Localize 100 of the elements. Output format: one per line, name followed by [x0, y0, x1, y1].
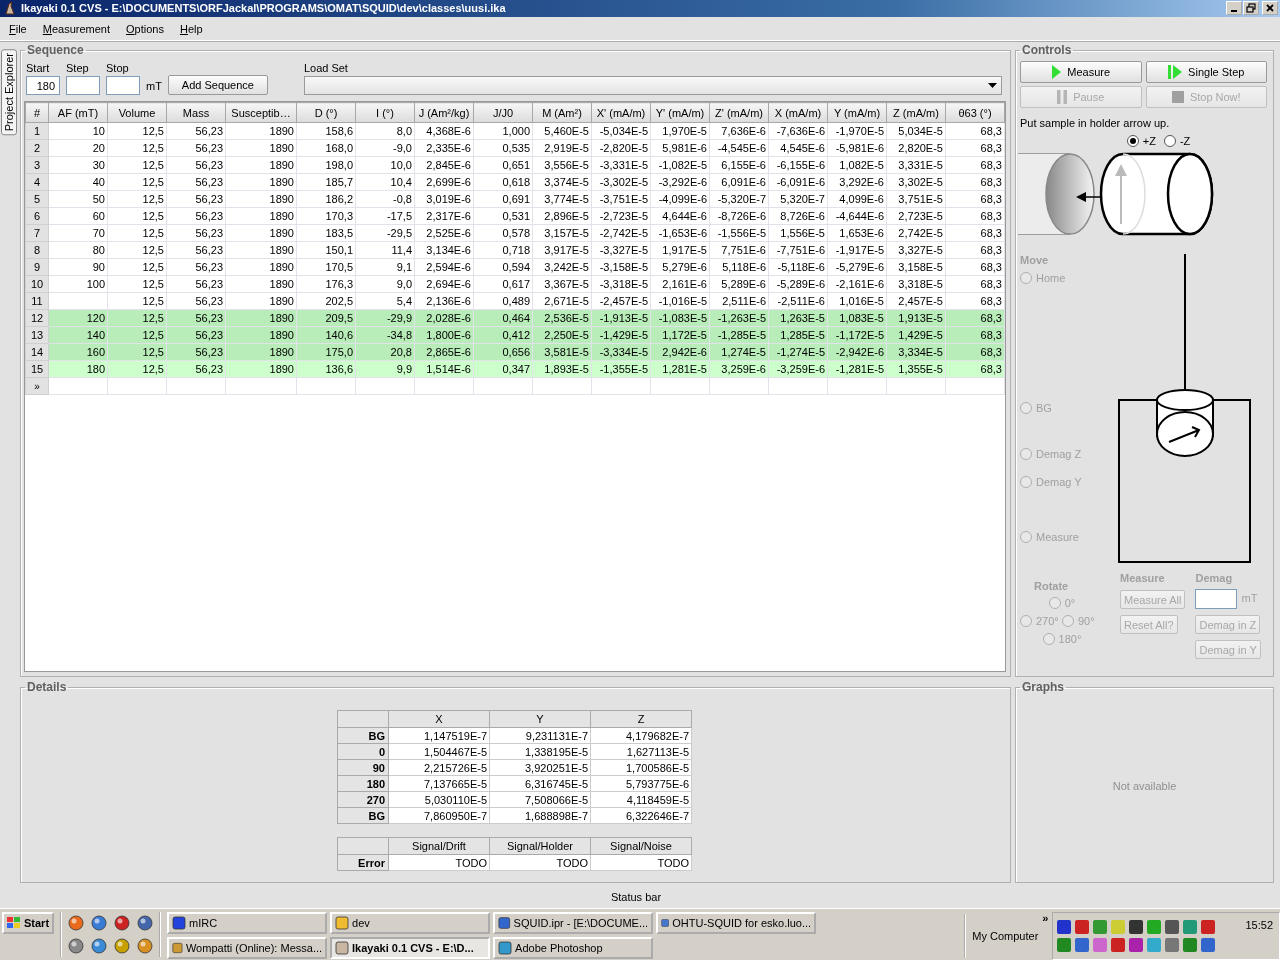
input-field[interactable]: 180 [26, 76, 60, 96]
app-icon[interactable] [68, 938, 85, 954]
side-tab[interactable]: Project Explorer [1, 49, 17, 136]
column-header[interactable]: J/J0 [473, 102, 533, 123]
table-cell: 2,525E-6 [414, 224, 474, 242]
column-header[interactable]: Y (mA/m) [827, 102, 887, 123]
taskbar-button[interactable]: OHTU-SQUID for esko.luo... [656, 912, 817, 934]
app-icon[interactable] [137, 915, 154, 931]
table-cell: -1,082E-5 [650, 156, 710, 174]
table-cell: 3,367E-5 [532, 275, 592, 293]
table-cell: 0,718 [473, 241, 533, 259]
table-cell: 1,285E-5 [768, 326, 828, 344]
menu-item[interactable]: File [3, 22, 33, 35]
table-cell: -29,5 [355, 224, 415, 242]
app-icon [498, 916, 511, 930]
table-cell: 175,0 [296, 343, 356, 361]
radio-button[interactable] [1126, 135, 1139, 148]
table-cell: 12,5 [107, 258, 167, 276]
column-header[interactable]: J (Am²/kg) [414, 102, 474, 123]
column-header[interactable]: AF (mT) [48, 102, 108, 123]
table-cell: -1,653E-6 [650, 224, 710, 242]
table-cell: 5,981E-6 [650, 139, 710, 157]
input-field[interactable] [1195, 589, 1238, 610]
minimize-button[interactable] [1226, 1, 1242, 16]
table-cell: 0,347 [473, 360, 533, 378]
expand-button[interactable]: » [1042, 912, 1049, 924]
table-cell: 100 [48, 275, 108, 293]
column-header[interactable]: I (°) [355, 102, 415, 123]
column-header[interactable]: Z' (mA/m) [709, 102, 769, 123]
column-header[interactable]: Mass [166, 102, 226, 123]
table-cell: 70 [48, 224, 108, 242]
table-cell: 1,281E-5 [650, 360, 710, 378]
table-cell: 2,457E-5 [886, 292, 946, 310]
column-header[interactable]: X' (mA/m) [591, 102, 651, 123]
radio-button[interactable] [1163, 135, 1176, 148]
input-field[interactable] [106, 76, 140, 96]
menu-item[interactable]: Help [173, 22, 209, 35]
control-button[interactable]: Measure [1020, 61, 1142, 84]
add-sequence-button[interactable]: Add Sequence [167, 75, 268, 96]
table-cell: 7,636E-6 [709, 122, 769, 140]
app-icon [172, 941, 183, 955]
taskbar-button[interactable]: mIRC [167, 912, 328, 934]
table-cell: TODO [388, 854, 490, 871]
close-button[interactable] [1262, 1, 1278, 16]
table-cell: 56,23 [166, 139, 226, 157]
table-cell: 9,9 [355, 360, 415, 378]
table-cell: 1890 [225, 360, 297, 378]
app-icon[interactable] [114, 915, 131, 931]
taskbar-button[interactable]: Wompatti (Online): Messa... [167, 937, 328, 959]
table-cell: 10,4 [355, 173, 415, 191]
table-cell: 1890 [225, 241, 297, 259]
table-cell: 7,508066E-5 [489, 791, 591, 808]
app-icon[interactable] [68, 915, 85, 931]
app-icon[interactable] [137, 938, 154, 954]
table-cell: 1,504467E-5 [388, 743, 490, 760]
table-cell: -2,457E-5 [591, 292, 651, 310]
taskbar-button[interactable]: SQUID.ipr - [E:\DOCUME... [493, 912, 654, 934]
table-cell: 2,536E-5 [532, 309, 592, 327]
column-header[interactable]: Z (mA/m) [886, 102, 946, 123]
taskbar-button[interactable]: Adobe Photoshop [493, 937, 654, 959]
table-cell: 68,3 [945, 224, 1005, 242]
taskbar-button[interactable]: dev [330, 912, 491, 934]
table-cell: 20,8 [355, 343, 415, 361]
table-cell: -1,274E-5 [768, 343, 828, 361]
table-cell: 202,5 [296, 292, 356, 310]
column-header[interactable]: D (°) [296, 102, 356, 123]
menu-item[interactable]: Measurement [36, 22, 116, 35]
column-header[interactable]: X (mA/m) [768, 102, 828, 123]
table-cell: 2,723E-5 [886, 207, 946, 225]
table-cell: 5,4 [355, 292, 415, 310]
app-icon[interactable] [91, 915, 108, 931]
start-button[interactable]: Start [2, 912, 55, 934]
column-header[interactable]: θ63 (°) [945, 102, 1005, 123]
table-cell: 2,250E-5 [532, 326, 592, 344]
table-cell: 5,030110E-5 [388, 791, 490, 808]
restore-icon [1245, 2, 1257, 15]
table-cell: -1,429E-5 [591, 326, 651, 344]
control-button[interactable]: Single Step [1145, 61, 1267, 84]
table-cell: 40 [48, 173, 108, 191]
app-icon[interactable] [114, 938, 131, 954]
table-cell: -5,279E-6 [827, 258, 887, 276]
app-icon [335, 941, 350, 955]
table-cell: -1,016E-5 [650, 292, 710, 310]
column-header[interactable]: Volume [107, 102, 167, 123]
table-cell: 2,335E-6 [414, 139, 474, 157]
dropdown[interactable] [303, 76, 1002, 96]
column-header[interactable]: Y' (mA/m) [650, 102, 710, 123]
column-header[interactable]: Susceptib… [225, 102, 297, 123]
table-cell: 3,157E-5 [532, 224, 592, 242]
input-field[interactable] [66, 76, 100, 96]
restore-button[interactable] [1243, 1, 1259, 16]
table-cell: -7,751E-6 [768, 241, 828, 259]
column-header[interactable]: M (Am²) [532, 102, 592, 123]
menu-item[interactable]: Options [120, 22, 170, 35]
radio-label: Demag Y [1036, 476, 1082, 489]
column-header[interactable]: # [25, 102, 49, 123]
taskbar-button[interactable]: Ikayaki 0.1 CVS - E:\D... [330, 937, 491, 959]
table-cell: 4,368E-6 [414, 122, 474, 140]
table-cell: 2,865E-6 [414, 343, 474, 361]
app-icon[interactable] [91, 938, 108, 954]
